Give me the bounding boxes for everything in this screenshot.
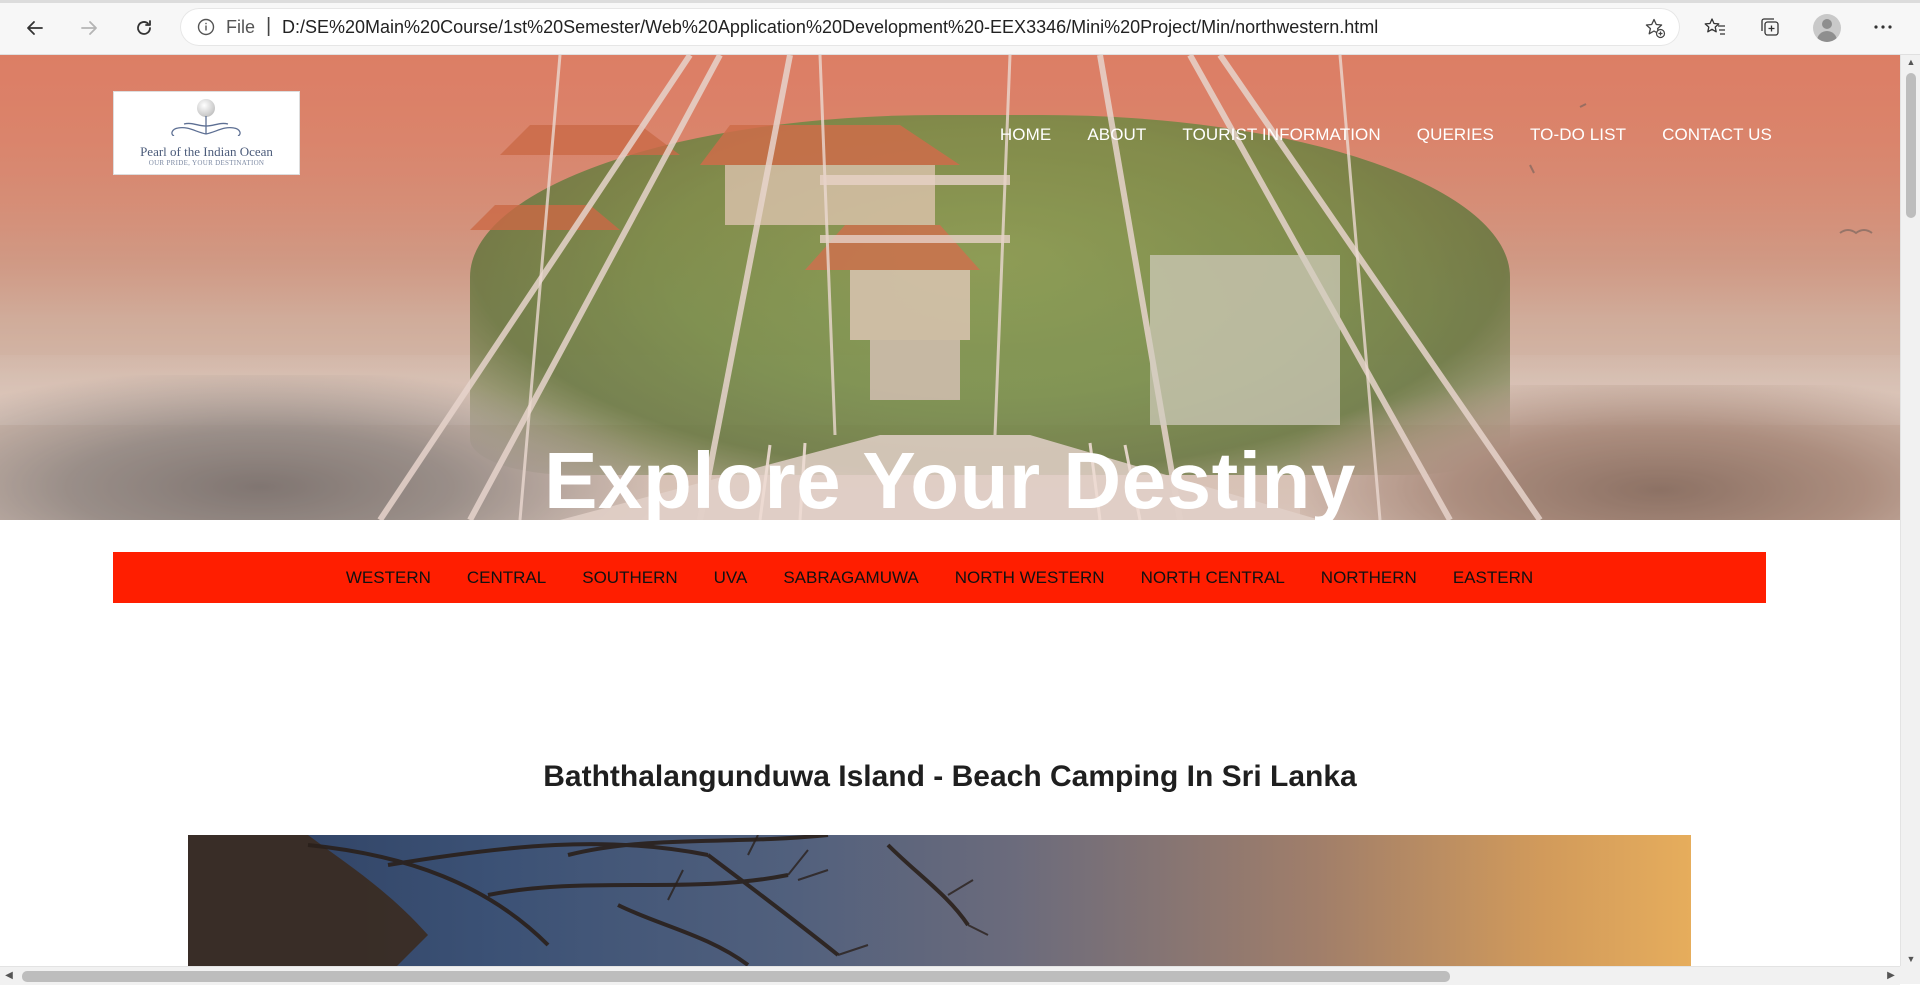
scroll-up-icon[interactable]: ▲ xyxy=(1906,57,1916,67)
back-icon xyxy=(27,21,43,35)
province-southern[interactable]: SOUTHERN xyxy=(582,568,677,588)
more-icon xyxy=(1874,25,1892,29)
province-northern[interactable]: NORTHERN xyxy=(1321,568,1417,588)
province-western[interactable]: WESTERN xyxy=(346,568,431,588)
page-viewport: Pearl of the Indian Ocean OUR PRIDE, YOU… xyxy=(0,55,1900,966)
vertical-scrollbar[interactable]: ▲ ▼ xyxy=(1900,55,1920,966)
horizontal-scrollbar[interactable]: ◀ ▶ xyxy=(0,966,1900,985)
collections-icon xyxy=(1761,18,1779,36)
refresh-icon xyxy=(137,20,151,35)
site-logo[interactable]: Pearl of the Indian Ocean OUR PRIDE, YOU… xyxy=(113,91,300,175)
province-central[interactable]: CENTRAL xyxy=(467,568,546,588)
scroll-down-icon[interactable]: ▼ xyxy=(1906,954,1916,964)
more-button[interactable] xyxy=(1870,14,1896,40)
url-text[interactable]: D:/SE%20Main%20Course/1st%20Semester/Web… xyxy=(282,17,1378,38)
scroll-left-icon[interactable]: ◀ xyxy=(3,969,15,983)
main-navigation: HOME ABOUT TOURIST INFORMATION QUERIES T… xyxy=(1000,125,1772,145)
favorites-button[interactable] xyxy=(1702,14,1728,40)
nav-queries[interactable]: QUERIES xyxy=(1417,125,1494,145)
logo-tagline: OUR PRIDE, YOUR DESTINATION xyxy=(148,159,265,167)
profile-icon[interactable] xyxy=(1813,14,1841,42)
province-sabragamuwa[interactable]: SABRAGAMUWA xyxy=(783,568,918,588)
collections-button[interactable] xyxy=(1757,14,1783,40)
scrollbar-corner xyxy=(1900,966,1920,984)
province-eastern[interactable]: EASTERN xyxy=(1453,568,1533,588)
logo-name: Pearl of the Indian Ocean xyxy=(140,144,273,159)
nav-todo-list[interactable]: TO-DO LIST xyxy=(1530,125,1626,145)
forward-icon xyxy=(81,21,97,35)
refresh-button[interactable] xyxy=(128,12,160,44)
province-north-western[interactable]: NORTH WESTERN xyxy=(955,568,1105,588)
province-uva[interactable]: UVA xyxy=(714,568,748,588)
nav-contact-us[interactable]: CONTACT US xyxy=(1662,125,1772,145)
scheme-label: File xyxy=(226,17,256,37)
tab-strip-edge xyxy=(0,0,1920,3)
section-title: Baththalangunduwa Island - Beach Camping… xyxy=(543,760,1357,793)
browser-toolbar: File | D:/SE%20Main%20Course/1st%20Semes… xyxy=(0,0,1920,55)
info-icon[interactable] xyxy=(197,18,215,36)
hero-title: Explore Your Destiny xyxy=(544,436,1356,520)
address-separator: | xyxy=(266,15,272,37)
nav-about[interactable]: ABOUT xyxy=(1087,125,1146,145)
favorites-icon xyxy=(1704,18,1725,35)
tree-silhouette xyxy=(188,835,989,966)
address-bar[interactable]: File | D:/SE%20Main%20Course/1st%20Semes… xyxy=(180,8,1680,46)
forward-button[interactable] xyxy=(73,12,105,44)
hero-banner: Pearl of the Indian Ocean OUR PRIDE, YOU… xyxy=(0,55,1900,520)
nav-home[interactable]: HOME xyxy=(1000,125,1051,145)
beach-camping-photo xyxy=(188,835,1691,966)
add-favorite-icon[interactable] xyxy=(1644,17,1666,39)
scroll-right-icon[interactable]: ▶ xyxy=(1885,969,1897,983)
vertical-scroll-thumb[interactable] xyxy=(1906,73,1916,218)
ornament-icon xyxy=(171,116,241,136)
province-north-central[interactable]: NORTH CENTRAL xyxy=(1141,568,1285,588)
nav-tourist-information[interactable]: TOURIST INFORMATION xyxy=(1182,125,1380,145)
province-navigation: WESTERN CENTRAL SOUTHERN UVA SABRAGAMUWA… xyxy=(113,552,1766,603)
horizontal-scroll-thumb[interactable] xyxy=(22,971,1450,982)
back-button[interactable] xyxy=(19,12,51,44)
